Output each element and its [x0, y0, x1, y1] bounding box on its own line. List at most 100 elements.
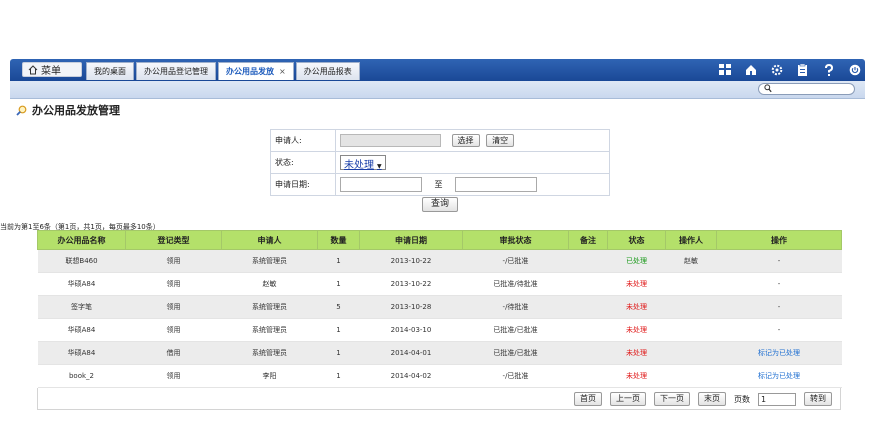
cell: 系统管理员	[221, 341, 318, 365]
table-row[interactable]: book_2 领用 李阳 1 2014-04-02 -/已批准 未处理 标记为已…	[37, 364, 842, 388]
tab-supplies-report[interactable]: 办公用品报表	[295, 62, 360, 80]
cell: 2013-10-28	[359, 295, 463, 319]
action-cell: -	[716, 318, 842, 342]
tab-close-icon[interactable]: ×	[279, 67, 286, 76]
column-header[interactable]: 操作	[716, 230, 842, 250]
cell: 2013-10-22	[359, 249, 463, 273]
prev-page-button[interactable]: 上一页	[610, 392, 646, 406]
toolbar-icons	[718, 63, 861, 76]
cell: 1	[317, 341, 360, 365]
tab-label: 我的桌面	[94, 67, 126, 76]
cell	[665, 272, 717, 296]
cell: 领用	[125, 364, 222, 388]
tab-supplies-registration[interactable]: 办公用品登记管理	[136, 62, 216, 80]
cell: 华硕A84	[37, 272, 126, 296]
table-row[interactable]: 华硕A84 借用 系统管理员 1 2014-04-01 已批准/已批准 未处理 …	[37, 341, 842, 365]
cell	[568, 364, 608, 388]
applicant-label: 申请人:	[270, 129, 336, 152]
column-header[interactable]: 申请人	[221, 230, 318, 250]
cell: book_2	[37, 364, 126, 388]
cell: 1	[317, 364, 360, 388]
cell: 领用	[125, 318, 222, 342]
column-header[interactable]: 数量	[317, 230, 360, 250]
tab-label: 办公用品报表	[303, 67, 352, 76]
tab-supplies-distribution[interactable]: 办公用品发放 ×	[218, 62, 294, 80]
cell	[568, 318, 608, 342]
clear-button[interactable]: 清空	[486, 134, 515, 147]
grid-icon[interactable]	[718, 63, 731, 76]
cell: 1	[317, 272, 360, 296]
last-page-button[interactable]: 末页	[698, 392, 726, 406]
mark-processed-link[interactable]: 标记为已处理	[716, 341, 842, 365]
power-icon[interactable]	[848, 63, 861, 76]
cell	[568, 272, 608, 296]
search-input[interactable]	[758, 83, 855, 95]
page-title-text: 办公用品发放管理	[32, 104, 120, 117]
status-cell: 未处理	[607, 318, 666, 342]
cell: 已批准/已批准	[462, 318, 569, 342]
status-cell: 已处理	[607, 249, 666, 273]
home-icon[interactable]	[744, 63, 757, 76]
cell	[665, 341, 717, 365]
search-icon	[764, 84, 772, 95]
action-cell: -	[716, 249, 842, 273]
select-button[interactable]: 选择	[451, 134, 480, 147]
supplies-table: 办公用品名称 登记类型 申请人 数量 申请日期 审批状态 备注 状态 操作人 操…	[37, 230, 842, 388]
cell	[665, 295, 717, 319]
go-to-page-button[interactable]: 转到	[804, 392, 832, 406]
cell: 2014-04-02	[359, 364, 463, 388]
table-row[interactable]: 联想B460 领用 系统管理员 1 2013-10-22 -/已批准 已处理 赵…	[37, 249, 842, 273]
column-header[interactable]: 审批状态	[462, 230, 569, 250]
cell: -/已批准	[462, 364, 569, 388]
next-page-button[interactable]: 下一页	[654, 392, 690, 406]
cell: 5	[317, 295, 360, 319]
mark-processed-link[interactable]: 标记为已处理	[716, 364, 842, 388]
cell	[568, 249, 608, 273]
column-header[interactable]: 登记类型	[125, 230, 222, 250]
column-header[interactable]: 办公用品名称	[37, 230, 126, 250]
date-from-input[interactable]	[340, 177, 422, 192]
action-cell: -	[716, 272, 842, 296]
cell: 联想B460	[37, 249, 126, 273]
applicant-input[interactable]	[340, 134, 441, 147]
menu-button[interactable]: 菜单	[22, 62, 82, 77]
tab-my-desktop[interactable]: 我的桌面	[86, 62, 134, 80]
column-header[interactable]: 申请日期	[359, 230, 463, 250]
table-row[interactable]: 华硕A84 领用 赵敏 1 2013-10-22 已批准/待批准 未处理 -	[37, 272, 842, 296]
clipboard-icon[interactable]	[796, 63, 809, 76]
status-cell: 未处理	[607, 341, 666, 365]
column-header[interactable]: 状态	[607, 230, 666, 250]
tab-label: 办公用品登记管理	[144, 67, 208, 76]
cell: 已批准/待批准	[462, 272, 569, 296]
action-cell: -	[716, 295, 842, 319]
help-icon[interactable]	[822, 63, 835, 76]
table-header-row: 办公用品名称 登记类型 申请人 数量 申请日期 审批状态 备注 状态 操作人 操…	[37, 230, 842, 250]
first-page-button[interactable]: 首页	[574, 392, 602, 406]
status-cell: 未处理	[607, 364, 666, 388]
gear-icon[interactable]	[770, 63, 783, 76]
pagination-bar: 首页 上一页 下一页 末页 页数 1 转到	[37, 388, 841, 410]
cell	[665, 364, 717, 388]
table-row[interactable]: 签字笔 领用 系统管理员 5 2013-10-28 -/待批准 未处理 -	[37, 295, 842, 319]
page-number-input[interactable]: 1	[758, 392, 796, 406]
sub-toolbar	[10, 81, 865, 99]
search-icon	[16, 105, 27, 116]
column-header[interactable]: 备注	[568, 230, 608, 250]
cell: 1	[317, 249, 360, 273]
status-select[interactable]: 未处理 ▼	[340, 155, 386, 171]
cell: 华硕A84	[37, 341, 126, 365]
column-header[interactable]: 操作人	[665, 230, 717, 250]
cell	[665, 318, 717, 342]
date-to-input[interactable]	[455, 177, 538, 192]
cell: 已批准/已批准	[462, 341, 569, 365]
table-row[interactable]: 华硕A84 领用 系统管理员 1 2014-03-10 已批准/已批准 未处理 …	[37, 318, 842, 342]
query-button[interactable]: 查询	[421, 196, 458, 212]
date-separator: 至	[434, 180, 443, 189]
cell: 领用	[125, 249, 222, 273]
tab-bar: 我的桌面 办公用品登记管理 办公用品发放 × 办公用品报表	[86, 62, 360, 80]
cell: 赵敏	[665, 249, 717, 273]
cell: 系统管理员	[221, 295, 318, 319]
cell: 签字笔	[37, 295, 126, 319]
menu-button-label: 菜单	[41, 66, 61, 77]
tab-label: 办公用品发放	[226, 67, 274, 76]
